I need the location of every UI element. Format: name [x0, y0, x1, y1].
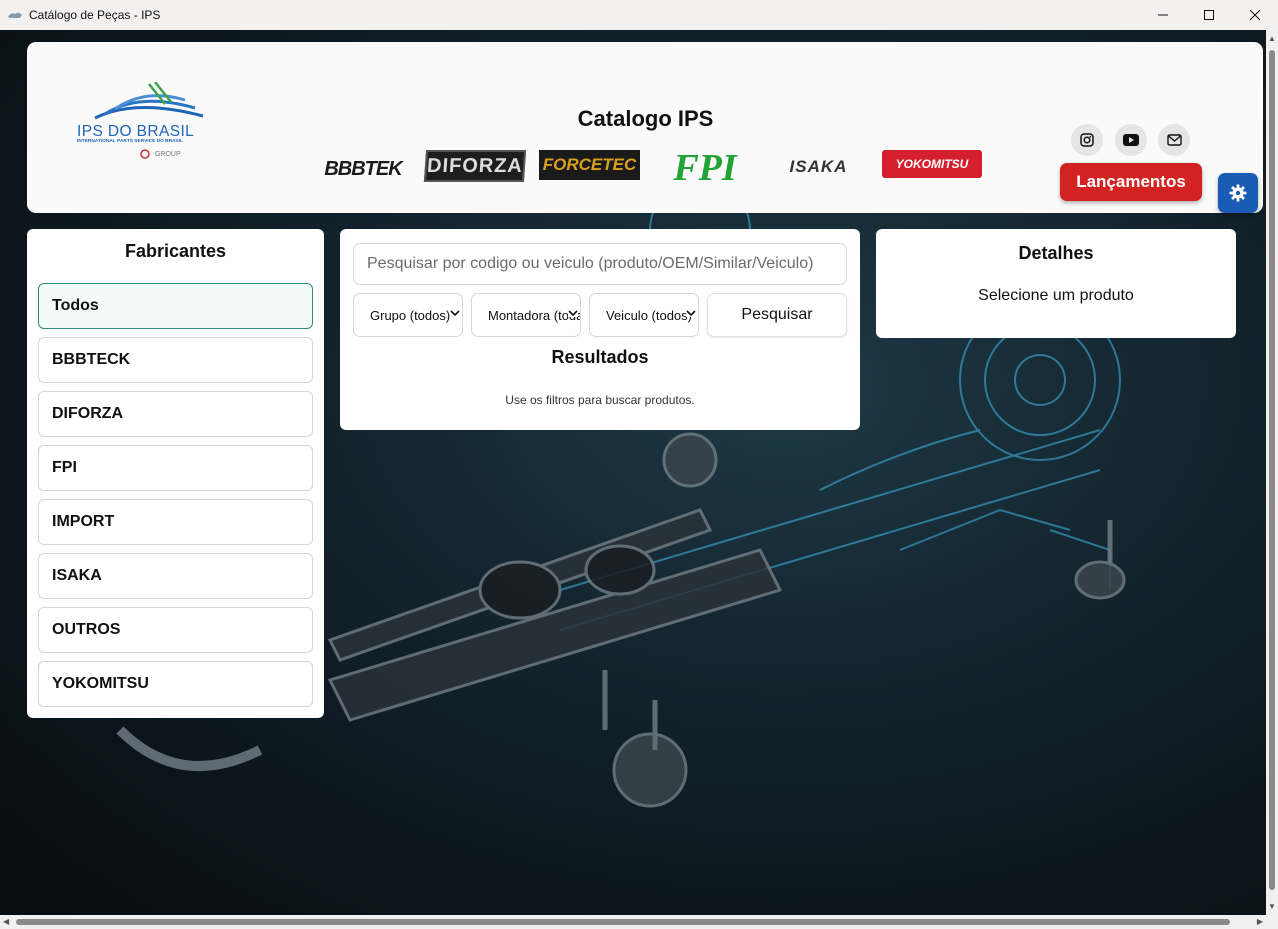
scroll-up-icon[interactable]: ▲: [1268, 34, 1276, 43]
instagram-icon: [1080, 133, 1094, 147]
window-title: Catálogo de Peças - IPS: [29, 8, 161, 22]
fabricante-item-fpi[interactable]: FPI: [38, 445, 313, 491]
vertical-scrollbar[interactable]: ▲ ▼: [1266, 30, 1278, 915]
maximize-button[interactable]: [1186, 0, 1232, 30]
grupo-select[interactable]: Grupo (todos): [353, 293, 463, 337]
youtube-icon: [1123, 134, 1139, 146]
brand-logo-yokomitsu[interactable]: YOKOMITSU: [882, 150, 982, 178]
scroll-down-icon[interactable]: ▼: [1268, 902, 1276, 911]
app-icon: [8, 12, 22, 18]
fabricantes-title: Fabricantes: [124, 241, 227, 261]
pesquisar-button[interactable]: Pesquisar: [707, 293, 847, 337]
maximize-icon: [1204, 10, 1214, 20]
search-panel: Grupo (todos) Montadora (todas) Veiculo …: [340, 229, 860, 430]
instagram-button[interactable]: [1071, 124, 1103, 156]
brand-logo-isaka[interactable]: ISAKA: [770, 156, 867, 178]
resultados-title: Resultados: [551, 347, 649, 367]
fabricante-item-import[interactable]: IMPORT: [38, 499, 313, 545]
youtube-button[interactable]: [1115, 124, 1147, 156]
fabricante-item-yokomitsu[interactable]: YOKOMITSU: [38, 661, 313, 707]
fabricante-item-todos[interactable]: Todos: [38, 283, 313, 329]
mail-button[interactable]: [1158, 124, 1190, 156]
header-card: IPS DO BRASIL INTERNATIONAL PARTS SERVIC…: [27, 42, 1263, 213]
montadora-select[interactable]: Montadora (todas): [471, 293, 581, 337]
brand-logo-bbbtek[interactable]: BBBTEK: [318, 158, 408, 180]
veiculo-select-value: Veiculo (todos): [606, 307, 692, 323]
horizontal-scrollbar[interactable]: ◀ ▶: [0, 915, 1266, 929]
resultados-empty-message: Use os filtros para buscar produtos.: [505, 393, 695, 407]
fabricante-item-bbbteck[interactable]: BBBTECK: [38, 337, 313, 383]
horizontal-scroll-thumb[interactable]: [16, 919, 1230, 925]
minimize-icon: [1158, 14, 1168, 16]
mail-icon: [1166, 134, 1182, 146]
scroll-right-icon[interactable]: ▶: [1257, 917, 1263, 926]
vertical-scroll-thumb[interactable]: [1269, 50, 1275, 890]
logo-subtitle: INTERNATIONAL PARTS SERVICE DO BRASIL: [77, 139, 183, 144]
brand-logo-forcetec[interactable]: FORCETEC: [539, 150, 640, 180]
logo-group: GROUP: [139, 149, 181, 159]
gear-icon: [1229, 184, 1247, 202]
scrollbar-corner: [1266, 915, 1278, 929]
fabricantes-panel: Fabricantes Todos BBBTECK DIFORZA FPI IM…: [27, 229, 324, 718]
brand-logo-fpi[interactable]: FPI: [655, 146, 755, 190]
lancamentos-button[interactable]: Lançamentos: [1060, 163, 1202, 201]
scroll-left-icon[interactable]: ◀: [3, 917, 9, 926]
page-viewport: IPS DO BRASIL INTERNATIONAL PARTS SERVIC…: [0, 30, 1266, 915]
veiculo-select[interactable]: Veiculo (todos): [589, 293, 699, 337]
detalhes-message: Selecione um produto: [978, 287, 1134, 304]
grupo-select-value: Grupo (todos): [370, 307, 451, 323]
catalog-title: Catalogo IPS: [577, 106, 714, 131]
chevron-down-icon: [450, 309, 460, 317]
minimize-button[interactable]: [1140, 0, 1186, 30]
fabricante-item-outros[interactable]: OUTROS: [38, 607, 313, 653]
close-button[interactable]: [1232, 0, 1278, 30]
close-icon: [1250, 10, 1260, 20]
ips-logo-swoosh: [94, 82, 204, 120]
chevron-down-icon: [686, 309, 696, 317]
group-emblem-icon: [140, 149, 150, 159]
fabricante-item-diforza[interactable]: DIFORZA: [38, 391, 313, 437]
search-input[interactable]: [353, 243, 847, 285]
detalhes-panel: Detalhes Selecione um produto: [876, 229, 1236, 338]
settings-button[interactable]: [1218, 173, 1258, 213]
detalhes-title: Detalhes: [1018, 243, 1094, 263]
brand-logo-diforza[interactable]: DIFORZA: [423, 150, 527, 182]
chevron-down-icon: [568, 309, 578, 317]
ips-logo[interactable]: IPS DO BRASIL INTERNATIONAL PARTS SERVIC…: [75, 82, 207, 166]
window-titlebar: Catálogo de Peças - IPS: [0, 0, 1278, 30]
fabricante-item-isaka[interactable]: ISAKA: [38, 553, 313, 599]
